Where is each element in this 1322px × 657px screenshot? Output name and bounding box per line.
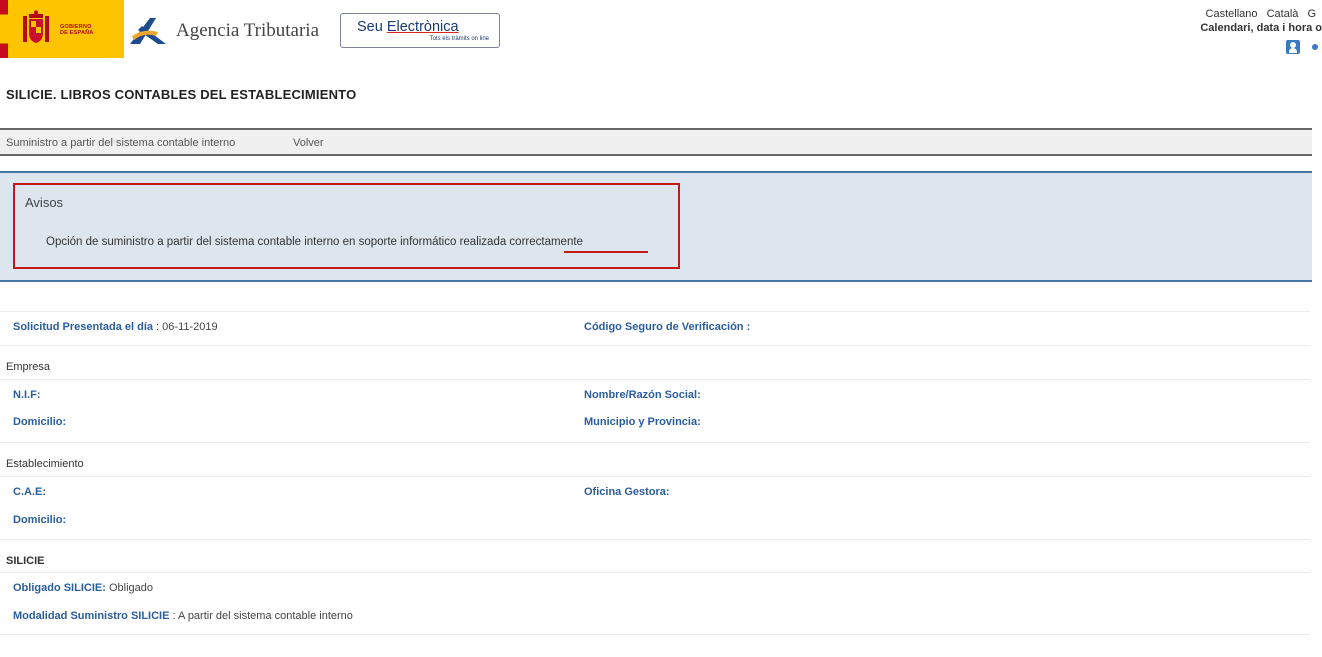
avisos-panel: Avisos Opción de suministro a partir del…	[0, 171, 1312, 282]
seu-subtitle: Tots els tràmits on line	[429, 36, 489, 42]
obligado-silicie: Obligado SILICIE: Obligado	[13, 582, 153, 594]
modalidad-label: Modalidad Suministro SILICIE	[13, 610, 170, 622]
solicitud-presentada-value: 06-11-2019	[162, 321, 218, 333]
page-title: SILICIE. LIBROS CONTABLES DEL ESTABLECIM…	[6, 87, 357, 102]
user-icon[interactable]	[1286, 40, 1300, 54]
calendar-link[interactable]: Calendari, data i hora o	[1200, 22, 1322, 34]
agency-name[interactable]: Agencia Tributaria	[176, 20, 319, 42]
establecimiento-heading: Establecimiento	[6, 458, 84, 470]
menu-suministro[interactable]: Suministro a partir del sistema contable…	[6, 137, 235, 149]
nombre-label: Nombre/Razón Social:	[584, 389, 701, 401]
language-selector: Castellano Català G	[1206, 8, 1322, 20]
obligado-label: Obligado SILICIE:	[13, 582, 106, 594]
seu-electronica-logo[interactable]: Seu Electrònica Tots els tràmits on line	[340, 13, 500, 48]
solicitud-presentada: Solicitud Presentada el día : 06-11-2019	[13, 321, 218, 333]
row-divider	[0, 476, 1310, 477]
row-divider	[0, 539, 1310, 540]
lang-catala[interactable]: Català	[1267, 8, 1299, 20]
nif-label: N.I.F:	[13, 389, 41, 401]
modalidad-value: : A partir del sistema contable interno	[169, 610, 353, 622]
avisos-highlight-box: Avisos Opción de suministro a partir del…	[13, 183, 680, 269]
establecimiento-domicilio-label: Domicilio:	[13, 514, 67, 526]
lang-castellano[interactable]: Castellano	[1206, 8, 1258, 20]
correctamente-underline	[564, 251, 648, 253]
solicitud-presentada-sep: :	[153, 321, 163, 333]
row-divider	[0, 442, 1310, 443]
row-divider	[0, 379, 1310, 380]
obligado-value: Obligado	[105, 582, 153, 594]
gobierno-logo[interactable]: GOBIERNO DE ESPAÑA	[8, 0, 124, 58]
empresa-domicilio-label: Domicilio:	[13, 416, 67, 428]
avisos-title: Avisos	[25, 195, 64, 210]
cae-label: C.A.E:	[13, 486, 46, 498]
avisos-message: Opción de suministro a partir del sistem…	[46, 236, 583, 248]
csv-label: Código Seguro de Verificación :	[584, 321, 751, 333]
seu-title-a: Seu	[357, 19, 387, 35]
menu-volver[interactable]: Volver	[293, 137, 324, 149]
agencia-tributaria-logo-icon[interactable]	[128, 14, 168, 46]
row-divider	[0, 311, 1310, 312]
solicitud-presentada-label: Solicitud Presentada el día	[13, 321, 153, 333]
oficina-label: Oficina Gestora:	[584, 486, 670, 498]
seu-title: Seu Electrònica	[357, 19, 459, 35]
silicie-heading: SILICIE	[6, 555, 45, 567]
row-divider	[0, 634, 1310, 635]
gobierno-text: GOBIERNO DE ESPAÑA	[60, 24, 93, 36]
seu-title-b: Electrònica	[386, 19, 459, 35]
modalidad-suministro: Modalidad Suministro SILICIE : A partir …	[13, 610, 353, 622]
municipio-label: Municipio y Provincia:	[584, 416, 701, 428]
lang-galego[interactable]: G	[1307, 8, 1316, 20]
spain-flag-stripe	[0, 0, 8, 58]
site-header: GOBIERNO DE ESPAÑA Agencia Tributaria Se…	[0, 0, 1322, 72]
gobierno-line2: DE ESPAÑA	[60, 30, 94, 36]
coat-of-arms-icon	[23, 10, 49, 43]
row-divider	[0, 572, 1310, 573]
action-menu-bar: Suministro a partir del sistema contable…	[0, 128, 1312, 156]
user-menu-icon[interactable]	[1312, 44, 1318, 50]
row-divider	[0, 345, 1310, 346]
empresa-heading: Empresa	[6, 361, 51, 373]
